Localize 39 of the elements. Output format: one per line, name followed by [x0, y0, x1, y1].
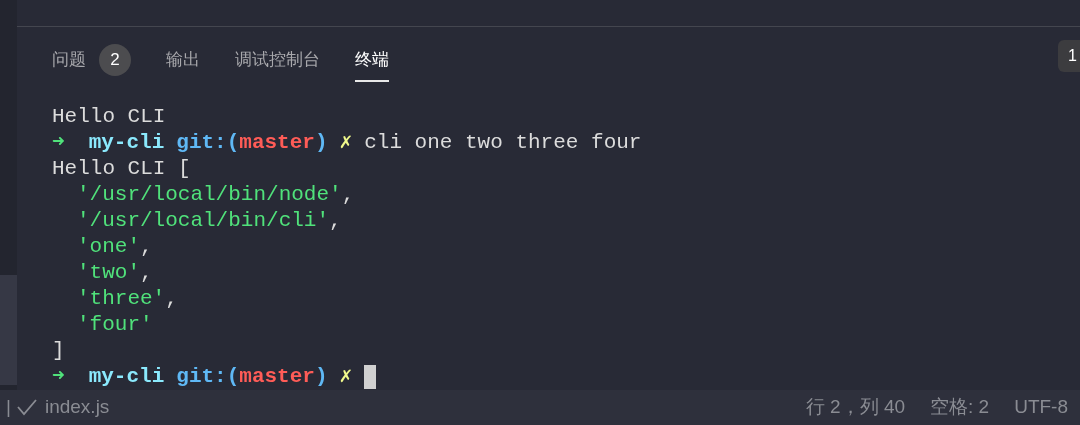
branch-name: master — [239, 363, 315, 390]
directory-name: my-cli — [88, 129, 165, 156]
panel-tab[interactable]: 输出 — [166, 40, 200, 83]
string-literal: 'one' — [77, 233, 140, 260]
count-badge: 2 — [99, 44, 131, 77]
string-literal: 'two' — [77, 259, 140, 286]
panel-tab[interactable]: 调试控制台 — [235, 40, 320, 83]
terminal-text: , — [341, 181, 355, 208]
terminal-text: , — [140, 233, 153, 260]
file-name[interactable]: index.js — [44, 393, 110, 422]
string-literal: '/usr/local/bin/node' — [77, 181, 342, 208]
terminal-selector[interactable]: 1 — [1058, 40, 1080, 73]
git-label: git:( — [176, 363, 240, 390]
prompt-arrow: ➜ — [52, 363, 65, 390]
terminal-text: , — [165, 285, 178, 312]
dirty-mark: ✗ — [339, 129, 353, 156]
terminal-text: cli one two three four — [364, 129, 642, 156]
terminal-text: , — [140, 259, 153, 286]
branch-name: master — [239, 129, 315, 156]
cursor-position[interactable]: 行 2，列 40 — [805, 393, 906, 422]
prompt-arrow: ➜ — [52, 129, 65, 156]
encoding[interactable]: UTF-8 — [1014, 393, 1068, 422]
indent-setting[interactable]: 空格: 2 — [930, 393, 990, 422]
git-label: ) — [314, 363, 328, 390]
check-icon — [16, 398, 37, 417]
string-literal: 'four' — [77, 311, 153, 338]
terminal-text: Hello CLI — [52, 103, 166, 130]
panel-tab[interactable]: 终端 — [355, 40, 389, 83]
panel-tab[interactable]: 问题 2 — [52, 40, 131, 83]
terminal-text: Hello CLI [ — [52, 155, 191, 182]
git-label: git:( — [176, 129, 240, 156]
terminal-text: ] — [52, 337, 65, 364]
git-label: ) — [314, 129, 328, 156]
status-separator: | — [6, 395, 11, 420]
dirty-mark: ✗ — [339, 363, 353, 390]
terminal-text: , — [329, 207, 342, 234]
string-literal: '/usr/local/bin/cli' — [77, 207, 330, 234]
string-literal: 'three' — [77, 285, 166, 312]
directory-name: my-cli — [88, 363, 165, 390]
